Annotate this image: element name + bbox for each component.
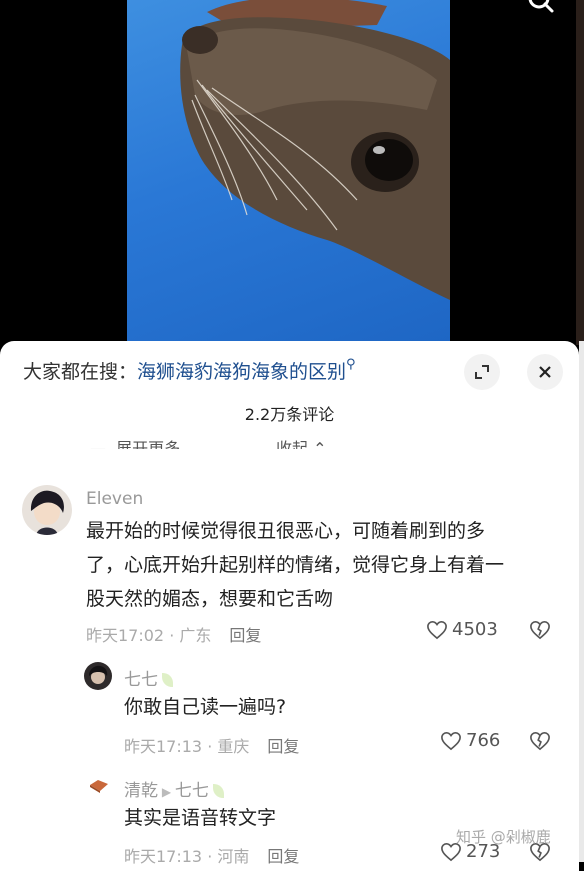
video-player[interactable] <box>0 0 584 345</box>
dislike-button[interactable] <box>529 620 551 644</box>
suggested-search-prefix: 大家都在搜： <box>23 361 138 383</box>
reply-button[interactable]: 回复 <box>229 626 261 645</box>
background-strip <box>576 0 584 345</box>
avatar[interactable] <box>84 662 112 690</box>
search-keyword-icon: ⚲ <box>346 357 356 372</box>
reply-time: 昨天17:13 <box>124 737 203 756</box>
reply-location: 重庆 <box>217 737 250 756</box>
comment-text: 最开始的时候觉得很丑很恶心，可随着刷到的多 了，心底开始升起别样的情绪，觉得它身… <box>86 514 504 616</box>
reply-username[interactable]: 清乾 ▶ 七七 <box>124 776 224 801</box>
avatar[interactable] <box>22 485 72 535</box>
comment-text-line: 最开始的时候觉得很丑很恶心，可随着刷到的多 <box>86 520 486 542</box>
reply-username[interactable]: 七七 <box>124 665 173 690</box>
reply-text: 你敢自己读一遍吗? <box>124 696 287 718</box>
reply-to-username[interactable]: 七七 <box>175 781 209 801</box>
watermark: 知乎 @剁椒鹿 <box>456 828 551 846</box>
leaf-badge-icon <box>212 784 224 798</box>
background-edge <box>579 341 584 862</box>
reply-meta: 昨天17:13 · 重庆 回复 <box>124 737 300 756</box>
close-button[interactable] <box>527 354 563 390</box>
like-count: 4503 <box>452 619 498 640</box>
expand-more-button[interactable]: — 展开更多 ⌄ <box>90 433 199 449</box>
comment-username[interactable]: Eleven <box>86 489 143 509</box>
reply-arrow-icon: ▶ <box>158 785 175 799</box>
like-button[interactable]: 766 <box>440 730 500 751</box>
leaf-badge-icon <box>162 673 173 687</box>
expand-icon <box>475 365 489 379</box>
video-frame-sea-lion[interactable] <box>127 0 450 345</box>
reply-time: 昨天17:13 <box>124 847 203 866</box>
close-icon <box>539 366 551 378</box>
collapse-label: 收起 <box>276 439 309 449</box>
comment-text-line: 了，心底开始升起别样的情绪，觉得它身上有着一 <box>86 554 505 576</box>
sea-lion-image <box>180 0 450 300</box>
avatar[interactable] <box>88 777 110 795</box>
heart-icon <box>441 731 461 750</box>
chevron-down-icon: ⌄ <box>180 439 199 449</box>
search-icon[interactable] <box>524 0 558 22</box>
chevron-up-icon: ⌃ <box>308 439 327 449</box>
reply-location: 河南 <box>217 847 250 866</box>
expand-button[interactable] <box>464 354 500 390</box>
broken-heart-icon <box>530 620 550 640</box>
dislike-button[interactable] <box>529 731 551 755</box>
expand-more-label: 展开更多 <box>116 439 181 449</box>
heart-icon <box>427 620 447 639</box>
suggested-search-keyword[interactable]: 海狮海豹海狗海象的区别 <box>137 361 346 383</box>
like-count: 766 <box>466 730 501 751</box>
reply-meta: 昨天17:13 · 河南 回复 <box>124 847 300 866</box>
reply-button[interactable]: 回复 <box>267 737 299 756</box>
comment-time: 昨天17:02 <box>86 626 165 645</box>
reply-button[interactable]: 回复 <box>267 847 299 866</box>
like-button[interactable]: 4503 <box>426 619 498 640</box>
collapse-button[interactable]: 收起 ⌃ <box>276 433 327 449</box>
suggested-search[interactable]: 大家都在搜：海狮海豹海狗海象的区别⚲ <box>23 357 356 384</box>
broken-heart-icon <box>530 731 550 751</box>
comment-meta: 昨天17:02 · 广东 回复 <box>86 626 262 645</box>
comment-count: 2.2万条评论 <box>244 405 335 424</box>
reply-text: 其实是语音转文字 <box>124 807 277 829</box>
comment-text-line: 股天然的媚态，想要和它舌吻 <box>86 588 334 610</box>
comment-location: 广东 <box>179 626 212 645</box>
